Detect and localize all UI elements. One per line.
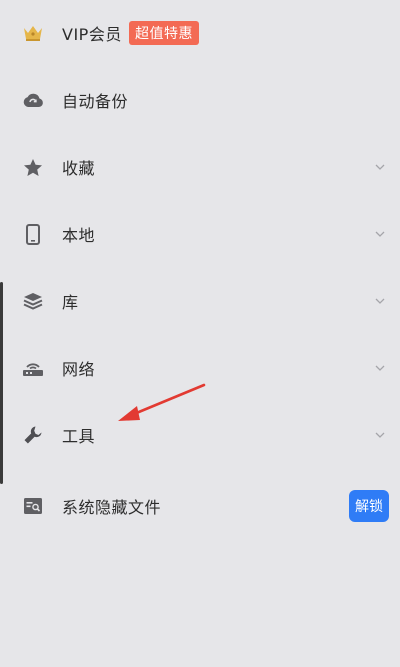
drawer-edge-indicator [0,282,3,484]
router-icon [22,357,44,379]
crown-icon [22,22,44,44]
chevron-down-icon [374,362,386,374]
chevron-down-icon [374,161,386,173]
menu-item-hidden-files[interactable]: 系统隐藏文件 解锁 [0,481,400,531]
menu-item-label: 库 [62,293,79,312]
chevron-down-icon [374,429,386,441]
unlock-button[interactable]: 解锁 [349,490,389,522]
chevron-down-icon [374,295,386,307]
menu-item-tools[interactable]: 工具 [0,410,400,460]
menu-item-library[interactable]: 库 [0,276,400,326]
hidden-file-icon [22,495,44,517]
menu-item-network[interactable]: 网络 [0,343,400,393]
star-icon [22,156,44,178]
menu-item-favorites[interactable]: 收藏 [0,142,400,192]
menu-item-label: 系统隐藏文件 [62,498,162,517]
chevron-down-icon [374,228,386,240]
layers-icon [22,290,44,312]
menu-item-label: 网络 [62,360,96,379]
menu-item-label: 收藏 [62,159,96,178]
vip-label: VIP会员 [62,25,122,44]
vip-row[interactable]: VIP会员 超值特惠 [0,8,400,58]
menu-item-label: 本地 [62,226,96,245]
phone-icon [22,223,44,245]
cloud-sync-icon [22,89,44,111]
vip-badge[interactable]: 超值特惠 [129,21,199,45]
menu-item-auto-backup[interactable]: 自动备份 [0,75,400,125]
menu-item-local[interactable]: 本地 [0,209,400,259]
menu-item-label: 工具 [62,427,96,446]
menu-item-label: 自动备份 [62,92,129,111]
wrench-icon [22,424,44,446]
